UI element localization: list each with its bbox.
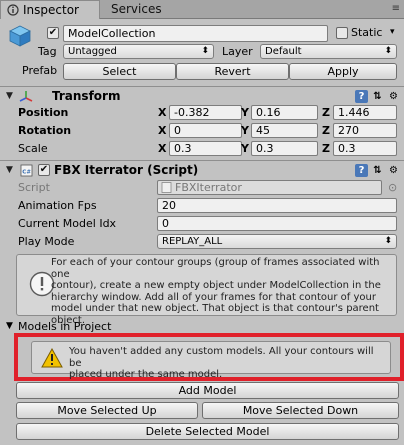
chevron-updown-icon: ⬍ bbox=[384, 46, 392, 56]
chevron-updown-icon: ⬍ bbox=[201, 46, 209, 56]
svg-text:C#: C# bbox=[22, 170, 31, 176]
position-y-input[interactable]: 0.16 bbox=[251, 105, 318, 120]
warning-line: placed under the same model. bbox=[69, 369, 223, 380]
info-line: For each of your contour groups (group o… bbox=[51, 257, 380, 280]
position-z-label[interactable]: Z bbox=[322, 105, 330, 120]
tab-services-label: Services bbox=[111, 2, 162, 16]
transform-title: Transform bbox=[52, 89, 121, 103]
preset-icon[interactable]: ⇅ bbox=[371, 164, 384, 177]
script-label: Script bbox=[18, 181, 50, 194]
tab-inspector-label: Inspector bbox=[23, 3, 79, 17]
info-icon bbox=[7, 4, 19, 16]
script-reference-value: FBXIterrator bbox=[175, 181, 242, 194]
current-model-idx-input[interactable]: 0 bbox=[157, 216, 397, 231]
layer-label: Layer bbox=[222, 45, 253, 58]
fbx-iterrator-header[interactable]: ▼ C# ✔ FBX Iterrator (Script) ? ⇅ ⚙ bbox=[0, 162, 404, 179]
divider bbox=[0, 160, 404, 161]
info-line: contour), create a new empty object unde… bbox=[51, 280, 381, 291]
object-picker-icon: ⊙ bbox=[388, 181, 398, 194]
gear-icon[interactable]: ⚙ bbox=[387, 164, 400, 177]
script-reference-field: FBXIterrator bbox=[157, 180, 382, 195]
move-selected-up-button[interactable]: Move Selected Up bbox=[16, 402, 198, 419]
rotation-z-label[interactable]: Z bbox=[322, 123, 330, 138]
scale-y-label[interactable]: Y bbox=[241, 141, 249, 156]
info-line: hierarchy window. Add all of your frames… bbox=[51, 291, 376, 303]
rotation-y-label[interactable]: Y bbox=[241, 123, 249, 138]
position-x-label[interactable]: X bbox=[158, 105, 166, 120]
prefab-label: Prefab bbox=[22, 64, 58, 77]
warning-line: You haven't added any custom models. All… bbox=[69, 346, 374, 369]
delete-selected-model-button[interactable]: Delete Selected Model bbox=[16, 423, 399, 440]
help-icon[interactable]: ? bbox=[355, 90, 368, 103]
play-mode-label: Play Mode bbox=[18, 235, 75, 248]
foldout-expanded-icon[interactable]: ▼ bbox=[6, 162, 13, 179]
info-helpbox: For each of your contour groups (group o… bbox=[16, 254, 397, 326]
scale-x-label[interactable]: X bbox=[158, 141, 166, 156]
prefab-apply-button[interactable]: Apply bbox=[289, 63, 397, 80]
component-enabled-checkbox[interactable]: ✔ bbox=[38, 164, 50, 176]
info-line: model under that new object. That object… bbox=[51, 303, 379, 314]
gameobject-cube-icon bbox=[9, 25, 31, 47]
scale-y-input[interactable]: 0.3 bbox=[251, 141, 318, 156]
warning-text: You haven't added any custom models. All… bbox=[69, 346, 389, 381]
layer-value: Default bbox=[265, 46, 302, 57]
active-checkbox[interactable]: ✔ bbox=[47, 27, 59, 39]
models-in-project-label[interactable]: Models in Project bbox=[18, 319, 111, 334]
tab-services[interactable]: Services bbox=[105, 0, 177, 19]
divider bbox=[0, 86, 404, 87]
tag-value: Untagged bbox=[68, 46, 117, 57]
static-label: Static bbox=[351, 26, 383, 39]
rotation-y-input[interactable]: 45 bbox=[251, 123, 318, 138]
animation-fps-input[interactable]: 20 bbox=[157, 198, 397, 213]
preset-icon[interactable]: ⇅ bbox=[371, 90, 384, 103]
warning-helpbox: You haven't added any custom models. All… bbox=[31, 341, 391, 380]
tag-dropdown[interactable]: Untagged ⬍ bbox=[63, 44, 214, 59]
static-dropdown-icon[interactable]: ▾ bbox=[390, 25, 395, 40]
scale-z-input[interactable]: 0.3 bbox=[333, 141, 397, 156]
panel-menu-icon[interactable]: ≡ bbox=[378, 3, 400, 15]
foldout-expanded-icon[interactable]: ▼ bbox=[6, 88, 13, 105]
script-file-icon: C# bbox=[20, 164, 33, 177]
component-header-icons: ? ⇅ ⚙ bbox=[352, 162, 400, 179]
object-name-input[interactable]: ModelCollection bbox=[63, 25, 328, 42]
component-header-icons: ? ⇅ ⚙ bbox=[352, 88, 400, 105]
prefab-select-button[interactable]: Select bbox=[63, 63, 176, 80]
static-checkbox[interactable] bbox=[336, 27, 348, 39]
foldout-expanded-icon[interactable]: ▼ bbox=[6, 319, 13, 334]
prefab-revert-button[interactable]: Revert bbox=[176, 63, 289, 80]
position-x-input[interactable]: -0.382 bbox=[169, 105, 242, 120]
scale-z-label[interactable]: Z bbox=[322, 141, 330, 156]
info-text: For each of your contour groups (group o… bbox=[51, 257, 396, 326]
gear-icon[interactable]: ⚙ bbox=[387, 90, 400, 103]
position-label: Position bbox=[18, 106, 69, 119]
move-selected-down-button[interactable]: Move Selected Down bbox=[202, 402, 399, 419]
tab-inspector[interactable]: Inspector bbox=[0, 0, 100, 19]
rotation-x-label[interactable]: X bbox=[158, 123, 166, 138]
chevron-updown-icon: ⬍ bbox=[384, 236, 392, 246]
animation-fps-label: Animation Fps bbox=[18, 199, 97, 212]
tab-bar: Inspector Services ≡ bbox=[0, 0, 404, 19]
add-model-button[interactable]: Add Model bbox=[16, 382, 399, 399]
fbx-iterrator-title: FBX Iterrator (Script) bbox=[54, 163, 199, 177]
tag-label: Tag bbox=[38, 45, 57, 58]
play-mode-value: REPLAY_ALL bbox=[162, 236, 223, 247]
scale-label: Scale bbox=[18, 142, 48, 155]
position-z-input[interactable]: 1.446 bbox=[333, 105, 397, 120]
transform-header[interactable]: ▼ Transform ? ⇅ ⚙ bbox=[0, 88, 404, 105]
rotation-label: Rotation bbox=[18, 124, 72, 137]
current-model-idx-label: Current Model Idx bbox=[18, 217, 117, 230]
position-y-label[interactable]: Y bbox=[241, 105, 249, 120]
play-mode-dropdown[interactable]: REPLAY_ALL ⬍ bbox=[157, 234, 397, 249]
rotation-x-input[interactable]: 0 bbox=[169, 123, 242, 138]
rotation-z-input[interactable]: 270 bbox=[333, 123, 397, 138]
warning-icon bbox=[41, 348, 63, 368]
script-file-icon bbox=[161, 182, 172, 193]
help-icon[interactable]: ? bbox=[355, 164, 368, 177]
scale-x-input[interactable]: 0.3 bbox=[169, 141, 242, 156]
transform-axes-icon bbox=[19, 91, 33, 102]
layer-dropdown[interactable]: Default ⬍ bbox=[260, 44, 397, 59]
